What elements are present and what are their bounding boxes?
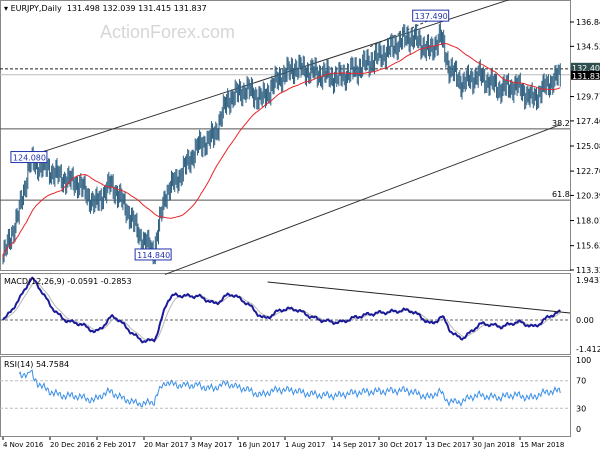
y-tick-label: 122.700: [576, 167, 600, 176]
x-tick-label: 30 Oct 2017: [379, 441, 422, 449]
trendline: [164, 124, 561, 275]
price-annotation: 137.490: [415, 12, 448, 21]
x-tick-label: 4 Nov 2016: [3, 441, 44, 449]
x-tick-label: 20 Dec 2016: [50, 441, 95, 449]
symbol-label: EURJPY,Daily: [10, 4, 62, 13]
x-tick-label: 3 May 2017: [191, 441, 232, 449]
y-tick-label: 118.010: [576, 217, 600, 226]
x-tick-label: 1 Aug 2017: [285, 441, 325, 449]
macd-tick-label: 1.9431: [576, 276, 600, 285]
y-tick-label: 136.840: [576, 18, 600, 27]
macd-title: MACD(12,26,9) -0.0591 -0.2853: [4, 277, 132, 286]
macd-line: [2, 276, 561, 344]
rsi-panel: [0, 356, 571, 437]
price-panel: [0, 0, 571, 271]
rsi-tick-label: 0: [576, 425, 581, 434]
x-tick-label: 2 Feb 2017: [97, 441, 136, 449]
watermark: ActionForex.com: [100, 22, 236, 42]
macd-tick-label: -1.4126: [576, 345, 600, 354]
y-tick-label: 134.530: [576, 42, 600, 51]
rsi-line: [18, 369, 561, 408]
x-tick-label: 16 Jun 2017: [238, 441, 280, 449]
chart-window: 136.840 134.530 129.770 127.460 125.080 122.7…: [0, 0, 600, 450]
rsi-tick-label: 70: [576, 377, 586, 386]
x-tick-label: 13 Dec 2017: [426, 441, 471, 449]
fib-label: 61.8: [552, 190, 570, 199]
y-tick-label: 129.770: [576, 93, 600, 102]
rsi-tick-label: 100: [576, 356, 591, 365]
price-annotation: 124.080: [13, 154, 46, 163]
x-tick-label: 30 Jan 2018: [473, 441, 515, 449]
chart-canvas: 136.840 134.530 129.770 127.460 125.080 122.7…: [0, 0, 600, 449]
price-annotation: 114.840: [137, 251, 170, 260]
rsi-title: RSI(14) 54.7584: [4, 360, 69, 369]
macd-trendline: [267, 281, 571, 314]
rsi-tick-label: 30: [576, 404, 586, 413]
y-tick-label: 113.320: [576, 266, 600, 275]
price-tag-label: 131.837: [572, 72, 600, 81]
y-tick-label: 120.390: [576, 191, 600, 200]
y-tick-label: 127.460: [576, 117, 600, 126]
y-tick-label: 115.630: [576, 242, 600, 251]
ohlc-values: 131.498 132.039 131.415 131.837: [66, 4, 207, 13]
y-tick-label: 125.080: [576, 142, 600, 151]
x-tick-label: 15 Mar 2018: [520, 441, 564, 449]
macd-tick-label: 0.00: [576, 316, 594, 325]
x-tick-label: 14 Sep 2017: [332, 441, 376, 449]
x-tick-label: 20 Mar 2017: [144, 441, 188, 449]
chart-header: ▾ EURJPY,Daily 131.498 132.039 131.415 1…: [4, 4, 207, 13]
